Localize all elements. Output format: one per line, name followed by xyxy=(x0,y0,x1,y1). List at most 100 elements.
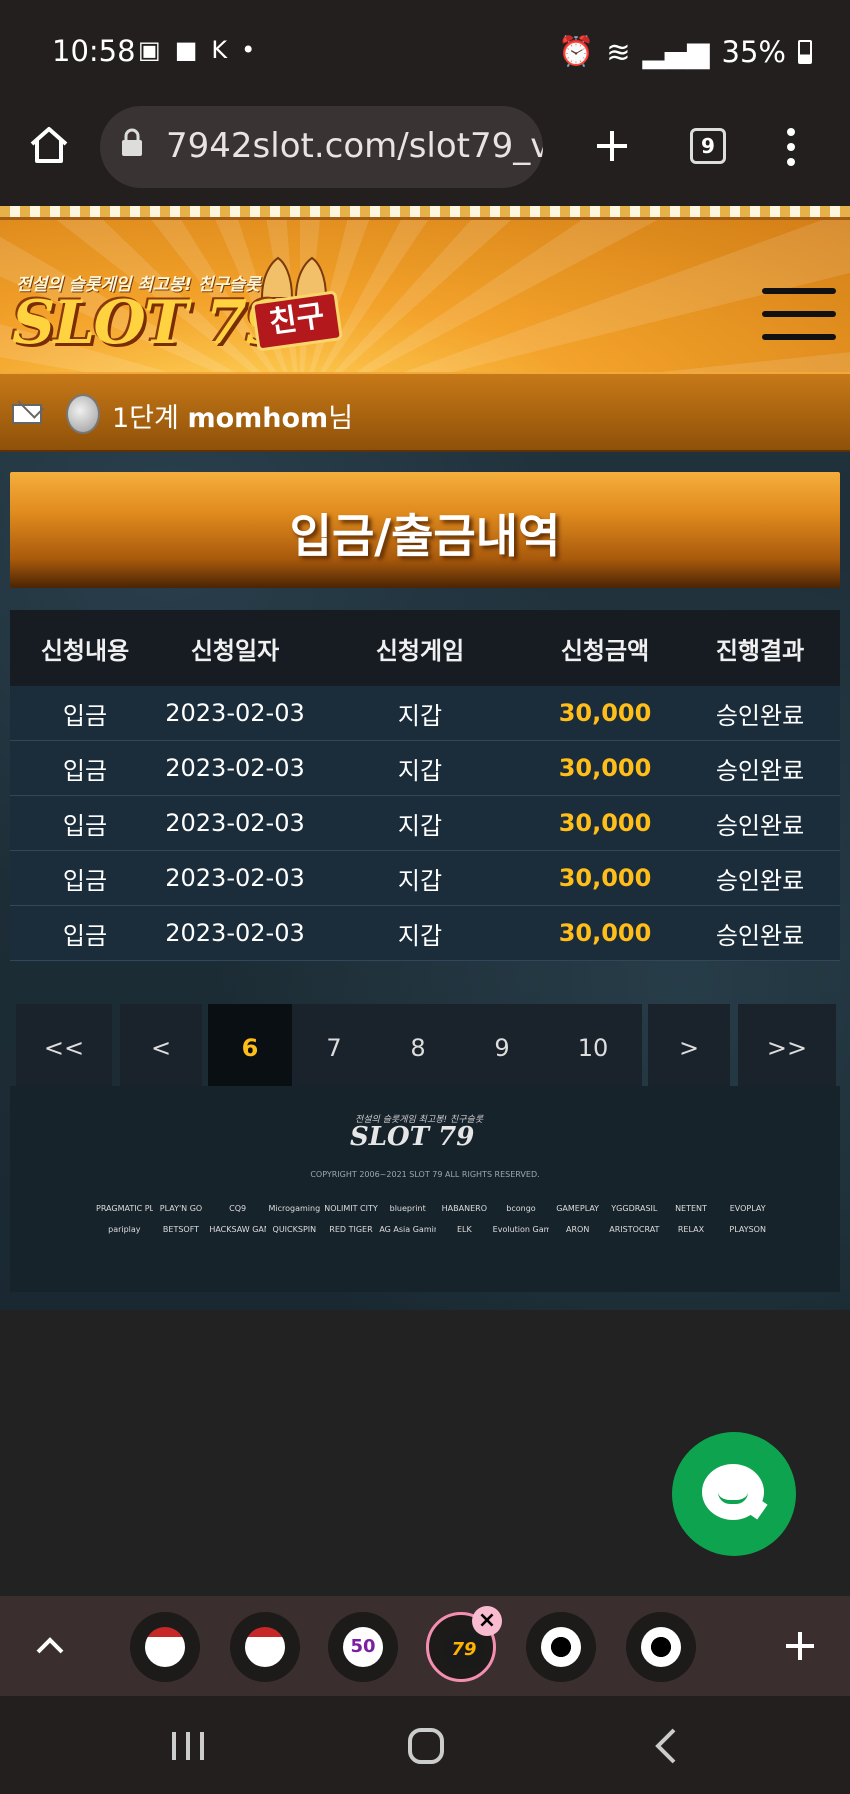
user-name: momhom xyxy=(187,403,329,434)
cell-amount: 30,000 xyxy=(558,754,652,782)
cell-type: 입금 xyxy=(62,756,108,785)
provider-logo: YGGDRASIL xyxy=(611,1204,658,1213)
pagination: << < 6 7 8 9 10 > >> xyxy=(16,1004,836,1092)
cell-amount: 30,000 xyxy=(558,864,652,892)
provider-logo: CQ9 xyxy=(229,1204,247,1213)
lock-icon xyxy=(122,128,142,156)
cell-amount: 30,000 xyxy=(558,809,652,837)
provider-logo: RELAX xyxy=(677,1225,705,1234)
notification-icons: ▣ ■ K • xyxy=(138,36,255,64)
slot-machine-icon xyxy=(145,1627,185,1667)
home-icon[interactable] xyxy=(28,124,70,166)
chat-button[interactable] xyxy=(672,1432,796,1556)
cell-amount: 30,000 xyxy=(558,699,652,727)
provider-logo: AG Asia Gaming xyxy=(379,1225,436,1234)
mail-icon[interactable] xyxy=(12,404,42,424)
cell-type: 입금 xyxy=(62,921,108,950)
table-row: 입금 2023-02-03 지갑 30,000 승인완료 xyxy=(10,851,840,906)
copyright: COPYRIGHT 2006~2021 SLOT 79 ALL RIGHTS R… xyxy=(310,1170,540,1179)
slot-machine-icon xyxy=(245,1627,285,1667)
provider-logos: PRAGMATIC PLAY PLAY'N GO CQ9 Microgaming… xyxy=(96,1204,776,1234)
page-title: 입금/출금내역 xyxy=(289,509,561,563)
battery-icon xyxy=(798,39,812,64)
menu-icon[interactable] xyxy=(762,288,836,340)
page-title-banner: 입금/출금내역 xyxy=(10,472,840,588)
cell-amount: 30,000 xyxy=(558,919,652,947)
cell-game: 지갑 xyxy=(397,701,443,730)
cell-status: 승인완료 xyxy=(715,811,805,840)
page-button[interactable]: 9 xyxy=(460,1004,544,1092)
provider-logo: PRAGMATIC PLAY xyxy=(96,1204,153,1213)
provider-logo: HACKSAW GAMING xyxy=(209,1225,266,1234)
page-first-button[interactable]: << xyxy=(16,1004,112,1092)
provider-logo: Microgaming xyxy=(268,1204,321,1213)
site-logo[interactable]: SLOT 79 xyxy=(12,288,287,358)
column-header: 진행결과 xyxy=(715,636,805,665)
cell-status: 승인완료 xyxy=(715,701,805,730)
page-next-button[interactable]: > xyxy=(648,1004,730,1092)
provider-logo: EVOPLAY xyxy=(729,1204,766,1213)
cell-date: 2023-02-03 xyxy=(165,754,305,782)
cell-date: 2023-02-03 xyxy=(165,864,305,892)
cell-status: 승인완료 xyxy=(715,756,805,785)
page-last-button[interactable]: >> xyxy=(738,1004,836,1092)
provider-logo: ELK xyxy=(456,1225,472,1234)
new-tab-icon[interactable] xyxy=(594,128,630,164)
clock: 10:58 xyxy=(52,34,136,68)
tab-slot-machine[interactable] xyxy=(230,1612,300,1682)
recent-apps-icon[interactable] xyxy=(170,1730,206,1762)
page-button[interactable]: 10 xyxy=(544,1004,642,1092)
globe-icon xyxy=(541,1627,581,1667)
cell-game: 지갑 xyxy=(397,921,443,950)
column-header: 신청게임 xyxy=(375,636,465,665)
tab-strip: 50 79 × xyxy=(0,1596,850,1696)
footer: 전설의 슬롯게임 최고봉! 친구슬롯 SLOT 79 COPYRIGHT 200… xyxy=(10,1086,840,1292)
provider-logo: PLAYSON xyxy=(729,1225,766,1234)
cell-type: 입금 xyxy=(62,866,108,895)
user-info: 1단계 momhom님 xyxy=(112,396,353,435)
cell-game: 지갑 xyxy=(397,756,443,785)
provider-logo: HABANERO xyxy=(441,1204,487,1213)
browser-toolbar: 7942slot.com/slot79_v 9 xyxy=(0,100,850,206)
home-nav-icon[interactable] xyxy=(406,1726,446,1766)
dot-icon: • xyxy=(241,36,256,64)
add-tab-icon[interactable] xyxy=(784,1630,816,1662)
alarm-icon: ⏰ xyxy=(558,34,595,68)
provider-logo: QUICKSPIN xyxy=(272,1225,317,1234)
footer-logo: SLOT 79 xyxy=(350,1122,475,1152)
tab-slot-machine[interactable] xyxy=(130,1612,200,1682)
tab-globe[interactable] xyxy=(626,1612,696,1682)
battery-level: 35% xyxy=(721,34,786,69)
provider-logo: PLAY'N GO xyxy=(159,1204,203,1213)
table-row: 입금 2023-02-03 지갑 30,000 승인완료 xyxy=(10,741,840,796)
cell-status: 승인완료 xyxy=(715,866,805,895)
cell-game: 지갑 xyxy=(397,866,443,895)
provider-logo: BETSOFT xyxy=(162,1225,200,1234)
back-icon[interactable] xyxy=(652,1726,678,1766)
provider-logo: ARON xyxy=(566,1225,590,1234)
more-menu-icon[interactable] xyxy=(784,126,798,168)
slot79-icon: 79 xyxy=(444,1630,484,1670)
user-suffix: 님 xyxy=(328,403,354,434)
provider-logo: blueprint xyxy=(389,1204,426,1213)
web-content: 전설의 슬롯게임 최고봉! 친구슬롯 SLOT 79 친구 1단계 momhom… xyxy=(0,206,850,1516)
close-tab-icon[interactable]: × xyxy=(472,1606,502,1636)
signal-icon: ▂▄▆ xyxy=(642,34,710,69)
tab-site-50[interactable]: 50 xyxy=(328,1612,398,1682)
cell-game: 지갑 xyxy=(397,811,443,840)
provider-logo: NETENT xyxy=(675,1204,707,1213)
tab-globe[interactable] xyxy=(526,1612,596,1682)
chevron-up-icon[interactable] xyxy=(34,1632,66,1656)
page-button[interactable]: 8 xyxy=(376,1004,460,1092)
address-bar[interactable]: 7942slot.com/slot79_v xyxy=(100,106,543,188)
column-header: 신청금액 xyxy=(560,636,650,665)
page-prev-button[interactable]: < xyxy=(120,1004,202,1092)
image-icon: ▣ xyxy=(138,36,161,64)
tab-switcher-button[interactable]: 9 xyxy=(690,128,726,164)
url-text: 7942slot.com/slot79_v xyxy=(166,126,543,166)
page-button-current[interactable]: 6 xyxy=(208,1004,292,1092)
status-bar: 10:58 ▣ ■ K • ⏰ ≋ ▂▄▆ 35% xyxy=(0,0,850,100)
wifi-icon: ≋ xyxy=(606,34,631,69)
page-button[interactable]: 7 xyxy=(292,1004,376,1092)
globe-icon xyxy=(641,1627,681,1667)
